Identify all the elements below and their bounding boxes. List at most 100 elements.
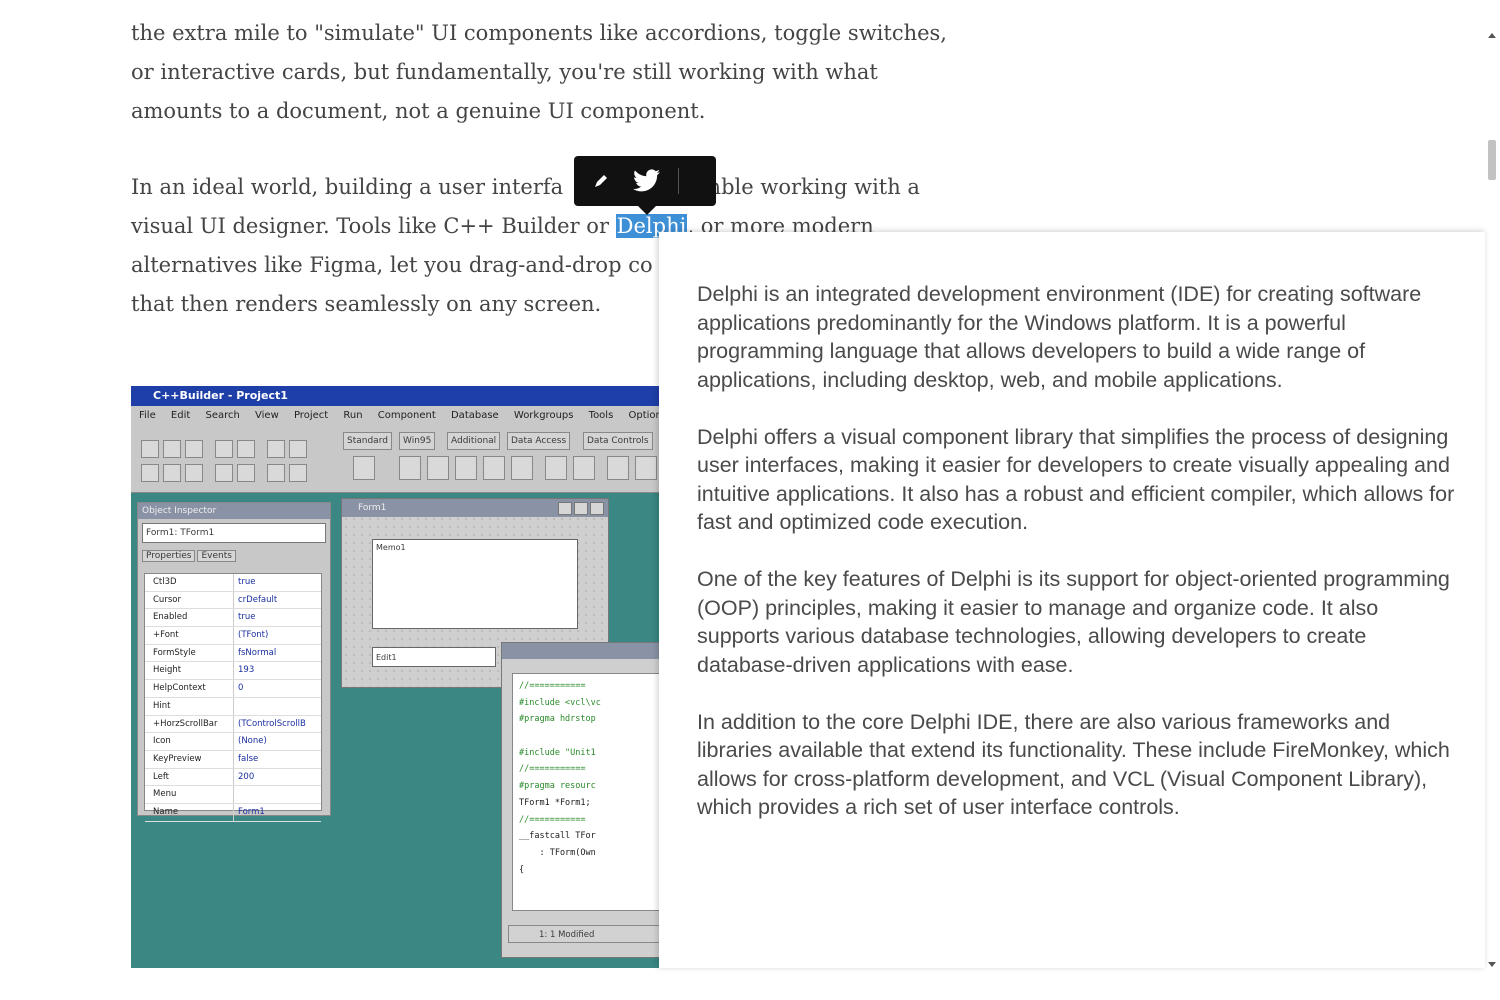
tool-icon	[289, 440, 307, 458]
property-value: true	[238, 612, 256, 623]
form-title: Form1	[342, 499, 608, 517]
code-line: #include "Unit1	[519, 747, 596, 758]
property-name: Icon	[145, 733, 234, 750]
property-value: true	[238, 577, 256, 587]
palette-tab: Win95	[399, 432, 436, 450]
property-name: +Font	[145, 627, 234, 644]
tool-icon	[141, 464, 159, 482]
text-line: the extra mile to "simulate" UI componen…	[131, 21, 947, 45]
property-value	[234, 698, 238, 715]
popup-paragraph: Delphi offers a visual component library…	[697, 424, 1455, 535]
maximize-icon	[574, 502, 588, 515]
toolbar-divider	[678, 168, 679, 194]
property-name: Height	[145, 662, 234, 680]
property-row: +HorzScrollBar (TControlScrollB	[145, 715, 321, 734]
text-line: or interactive cards, but fundamentally,…	[131, 60, 878, 84]
tool-icon	[267, 464, 285, 482]
code-line: #pragma resourc	[519, 781, 596, 792]
ide-title-bar: C++Builder - Project1	[131, 386, 659, 406]
property-row: Name Form1	[145, 803, 321, 822]
palette-tab: Standard	[343, 432, 392, 450]
popup-paragraph: One of the key features of Delphi is its…	[697, 567, 1450, 677]
property-name: Menu	[145, 786, 234, 803]
property-row: KeyPreview false	[145, 750, 321, 769]
text-fragment: In an ideal world, building a user inter…	[131, 175, 564, 199]
scroll-up-icon[interactable]	[1488, 33, 1496, 38]
menu-item: Tools	[588, 410, 614, 421]
property-row: Ctl3D true	[145, 574, 321, 592]
form-title-text: Form1	[358, 503, 387, 513]
definition-popup: Delphi is an integrated development envi…	[659, 232, 1485, 968]
menu-item: Run	[343, 410, 363, 421]
property-name: Cursor	[145, 591, 234, 609]
minimize-icon	[558, 502, 572, 515]
popup-paragraph: Delphi is an integrated development envi…	[697, 282, 1422, 392]
tool-icon	[545, 456, 567, 480]
tool-icon	[573, 456, 595, 480]
menu-item: Options	[628, 410, 659, 421]
tweet-button[interactable]	[624, 156, 670, 206]
edit-control: Edit1	[372, 647, 496, 667]
tool-icon	[163, 464, 181, 482]
property-row: FormStyle fsNormal	[145, 644, 321, 663]
code-line: #include <vcl\vc	[519, 697, 601, 708]
tool-icon	[141, 440, 159, 458]
text-fragment: visual UI designer. Tools like C++ Build…	[131, 214, 616, 238]
palette-tab: Additional	[447, 432, 501, 450]
scroll-thumb[interactable]	[1488, 140, 1496, 180]
code-line: {	[519, 864, 525, 875]
ide-toolbar: Standard Win95 Additional Data Access Da…	[131, 426, 659, 493]
tab-properties: Properties	[142, 550, 196, 562]
tool-icon	[427, 456, 449, 480]
property-row: Cursor crDefault	[145, 591, 321, 610]
property-value	[234, 786, 238, 803]
tool-icon	[483, 456, 505, 480]
memo-control: Memo1	[372, 539, 578, 629]
property-row: Enabled true	[145, 609, 321, 628]
window-controls	[558, 502, 604, 515]
popup-paragraph: In addition to the core Delphi IDE, ther…	[697, 709, 1450, 820]
palette-tab: Data Controls	[583, 432, 653, 450]
code-line: //===========	[519, 814, 586, 825]
property-name: FormStyle	[145, 644, 234, 662]
object-inspector-title: Object Inspector	[138, 503, 330, 519]
code-line: __fastcall TFor	[519, 831, 596, 842]
menu-item: Project	[293, 410, 329, 421]
code-area: //=========== #include <vcl\vc #pragma hdr…	[512, 673, 659, 911]
property-name: +HorzScrollBar	[145, 715, 234, 733]
close-icon	[590, 502, 604, 515]
scroll-down-icon[interactable]	[1488, 962, 1496, 967]
property-value: false	[238, 753, 259, 764]
menu-item: View	[255, 410, 279, 421]
text-line: In an ideal world, building a user inter…	[131, 168, 961, 207]
tool-icon	[185, 440, 203, 458]
property-name: Hint	[145, 697, 234, 715]
property-grid: Ctl3D true Cursor crDefault Enabled true +Font…	[144, 573, 322, 822]
property-value: Form1	[238, 806, 265, 817]
tool-icon	[635, 456, 657, 480]
property-value: crDefault	[238, 594, 278, 605]
menu-item: Database	[450, 410, 499, 421]
selection-toolbar	[574, 156, 716, 215]
tool-icon	[267, 440, 285, 458]
code-editor: //=========== #include <vcl\vc #pragma hdr…	[501, 642, 659, 958]
menu-item: Search	[205, 410, 240, 421]
menu-item: Component	[377, 410, 436, 421]
inspector-tabs: Properties Events	[138, 547, 330, 565]
property-row: Hint	[145, 697, 321, 716]
tool-icon	[511, 456, 533, 480]
highlight-button[interactable]	[578, 156, 624, 206]
tab-events: Events	[197, 550, 236, 562]
code-line: //===========	[519, 681, 586, 691]
tool-icon	[237, 464, 255, 482]
code-line: TForm1 *Form1;	[519, 797, 591, 808]
tool-icon	[215, 464, 233, 482]
page-scrollbar[interactable]	[1486, 30, 1500, 970]
code-line: : TForm(Own	[519, 847, 596, 858]
article-paragraph-1: the extra mile to "simulate" UI componen…	[131, 14, 961, 131]
property-row: HelpContext 0	[145, 680, 321, 698]
text-line: amounts to a document, not a genuine UI …	[131, 99, 706, 123]
property-value: fsNormal	[238, 647, 277, 658]
twitter-icon	[633, 169, 660, 192]
object-combo: Form1: TForm1	[142, 523, 326, 543]
